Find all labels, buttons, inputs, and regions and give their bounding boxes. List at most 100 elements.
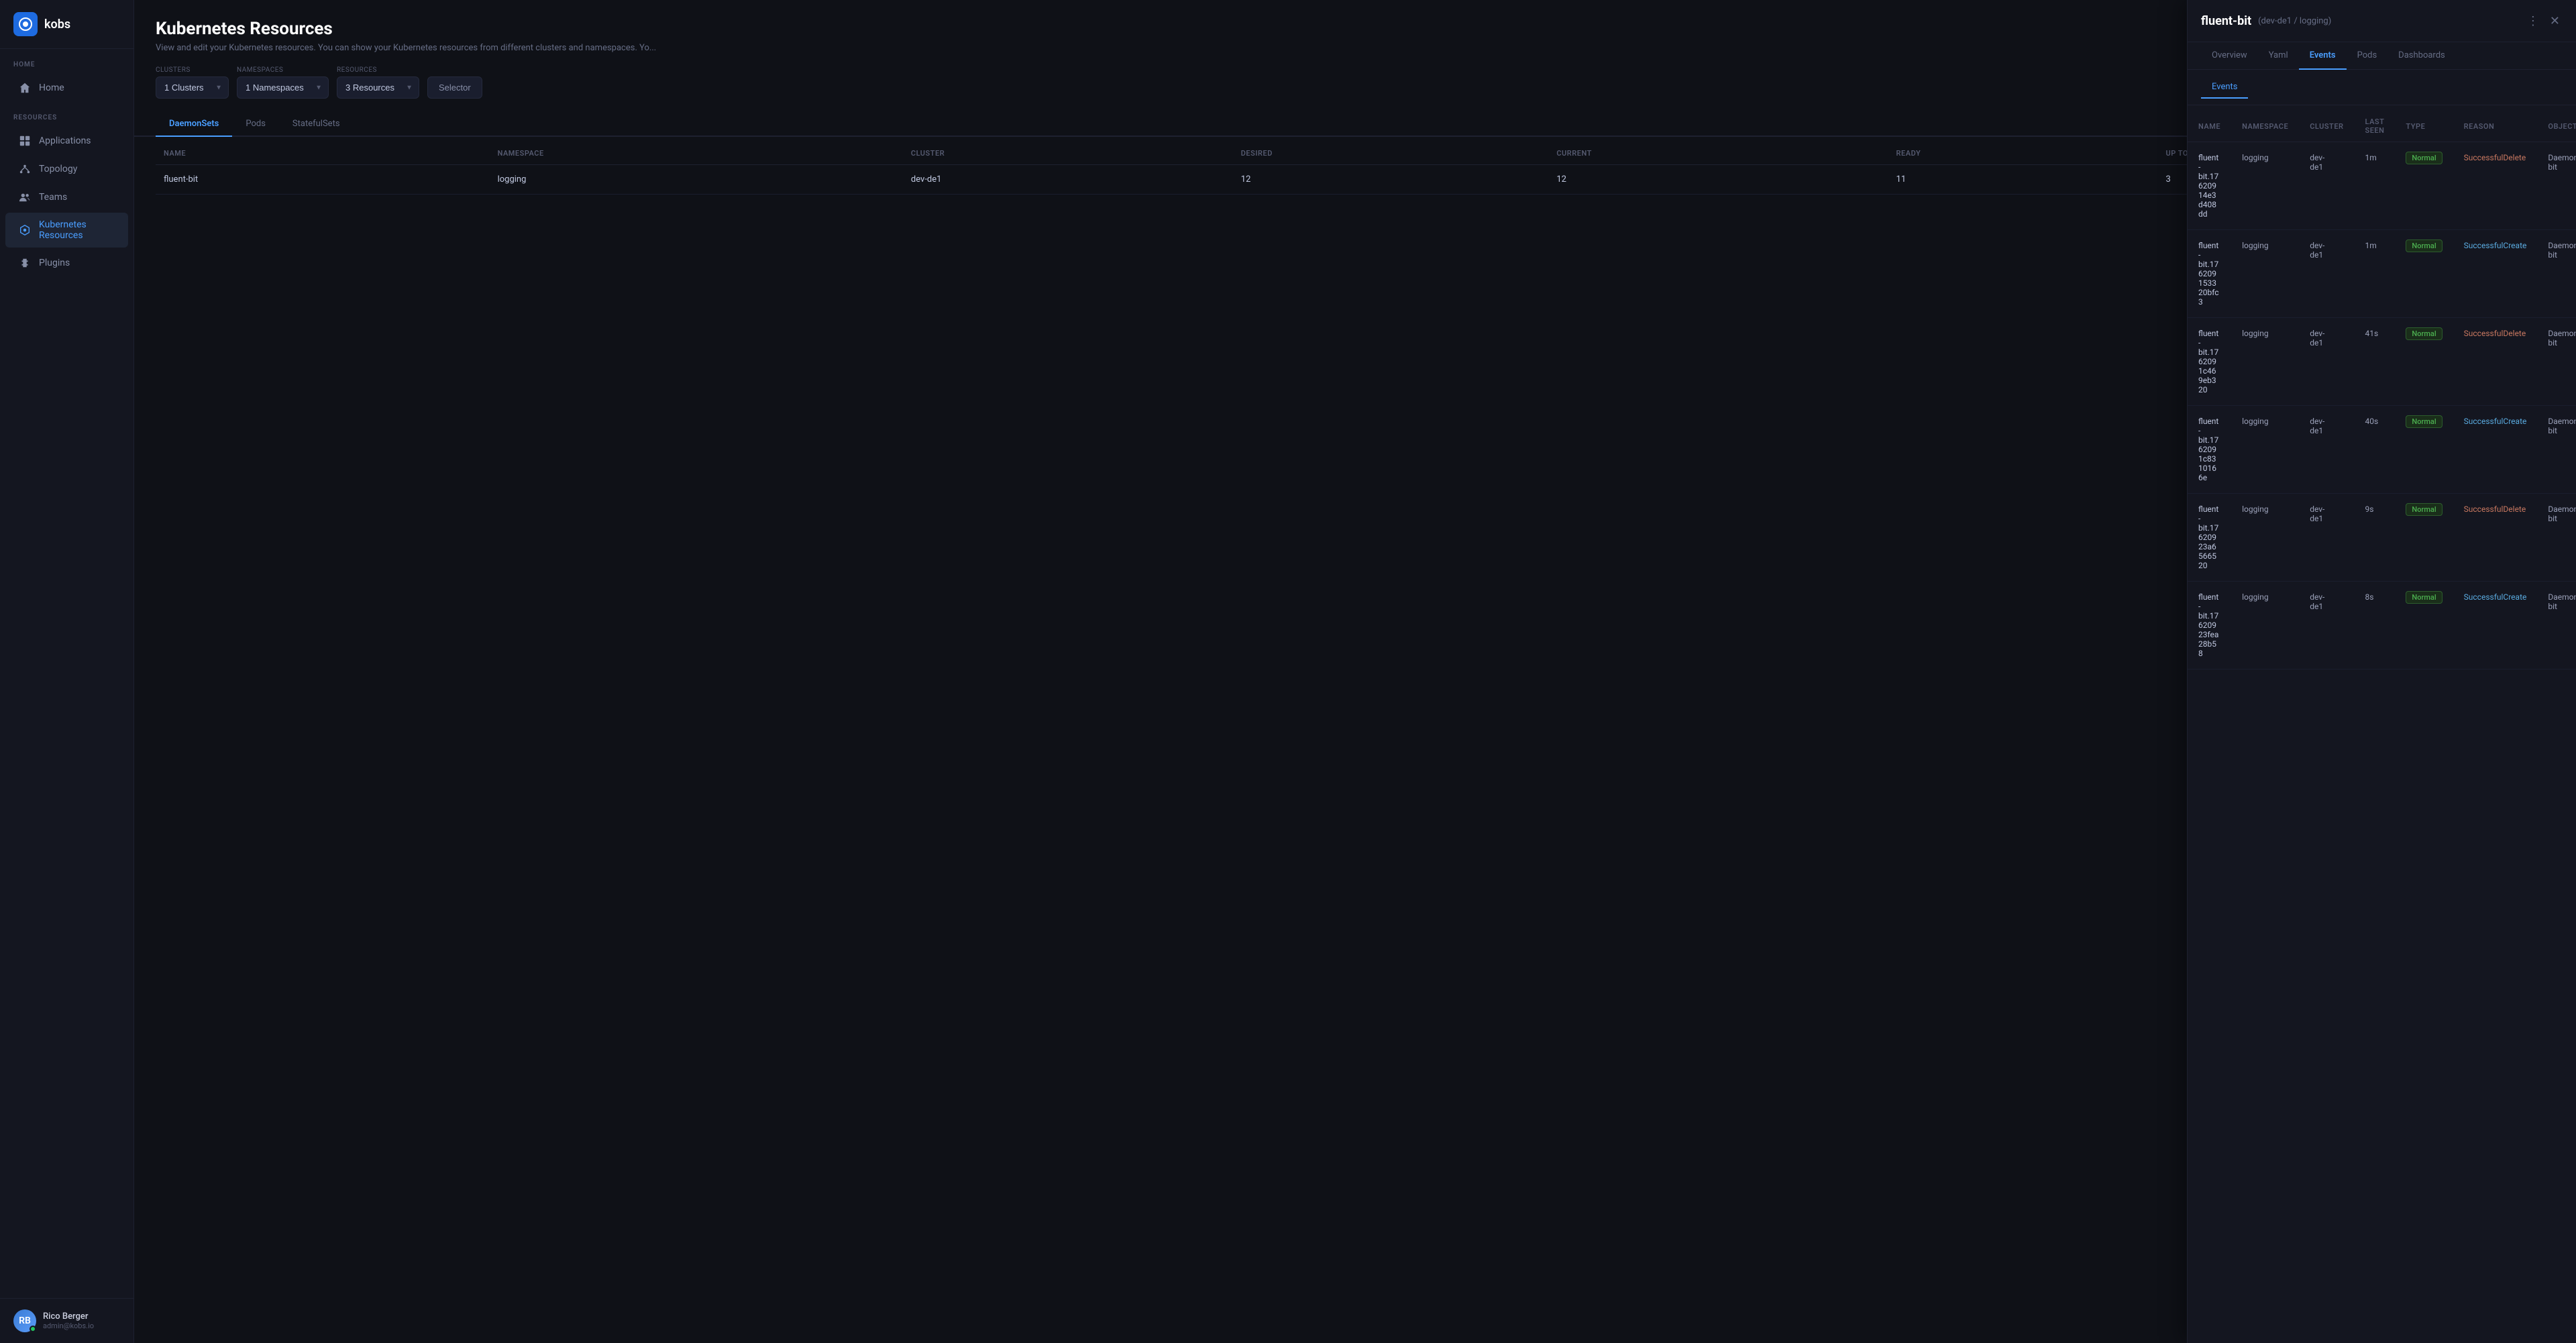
- event-name-3: fluent-bit.1762091c469eb320: [2188, 318, 2231, 406]
- sidebar: kobs HOME Home RESOURCES Applications To…: [0, 0, 134, 1343]
- events-table-body: fluent-bit.17620914e3d408dd logging dev-…: [2188, 142, 2576, 669]
- event-row-2: fluent-bit.176209153320bfc3 logging dev-…: [2188, 230, 2576, 318]
- panel-close-button[interactable]: ✕: [2547, 12, 2563, 30]
- panel-tab-overview[interactable]: Overview: [2201, 42, 2258, 70]
- event-type-1: Normal: [2395, 142, 2453, 230]
- row-cluster: dev-de1: [903, 165, 1233, 195]
- sidebar-item-teams[interactable]: Teams: [5, 184, 128, 210]
- app-logo-icon: [13, 12, 38, 36]
- event-type-4: Normal: [2395, 406, 2453, 494]
- panel-tab-dashboards[interactable]: Dashboards: [2387, 42, 2456, 70]
- home-icon: [19, 82, 31, 94]
- event-cluster-1: dev-de1: [2299, 142, 2354, 230]
- user-name: Rico Berger: [43, 1311, 94, 1322]
- namespaces-select[interactable]: 1 Namespaces: [237, 76, 329, 99]
- sidebar-item-home[interactable]: Home: [5, 75, 128, 101]
- panel-tab-yaml[interactable]: Yaml: [2258, 42, 2299, 70]
- event-row-6: fluent-bit.17620923fea28b58 logging dev-…: [2188, 582, 2576, 669]
- event-lastseen-5: 9s: [2355, 494, 2396, 582]
- event-lastseen-2: 1m: [2355, 230, 2396, 318]
- tab-daemonsets[interactable]: DaemonSets: [156, 112, 232, 137]
- event-ns-1: logging: [2231, 142, 2299, 230]
- events-col-name: Name: [2188, 111, 2231, 142]
- sidebar-bottom: RB Rico Berger admin@kobs.io: [0, 1298, 133, 1343]
- resources-filter-wrapper: Resources 3 Resources ▼: [337, 66, 419, 99]
- sidebar-logo: kobs: [0, 0, 133, 49]
- event-row-4: fluent-bit.1762091c8310166e logging dev-…: [2188, 406, 2576, 494]
- panel-subtitle: (dev-de1 / logging): [2258, 16, 2331, 26]
- sidebar-item-applications[interactable]: Applications: [5, 128, 128, 154]
- event-type-6: Normal: [2395, 582, 2453, 669]
- panel-title: fluent-bit: [2201, 14, 2251, 28]
- events-table-header: Name Namespace Cluster Last Seen Type Re…: [2188, 111, 2576, 142]
- user-online-dot: [30, 1326, 36, 1332]
- tab-statefulsets[interactable]: StatefulSets: [279, 112, 354, 137]
- plugins-icon: [19, 257, 31, 269]
- resources-select[interactable]: 3 Resources: [337, 76, 419, 99]
- sidebar-item-kubernetes[interactable]: Kubernetes Resources: [5, 213, 128, 248]
- sidebar-item-plugins[interactable]: Plugins: [5, 250, 128, 276]
- resources-select-container[interactable]: 3 Resources ▼: [337, 76, 419, 99]
- teams-icon: [19, 191, 31, 203]
- panel-subtab-events[interactable]: Events: [2201, 76, 2248, 99]
- sidebar-topology-label: Topology: [39, 164, 77, 174]
- home-section-label: HOME: [0, 49, 133, 74]
- panel-actions: ⋮ ✕: [2524, 12, 2563, 30]
- event-row-1: fluent-bit.17620914e3d408dd logging dev-…: [2188, 142, 2576, 230]
- events-col-last-seen: Last Seen: [2355, 111, 2396, 142]
- event-object-1: DaemonSet bit: [2537, 142, 2576, 230]
- row-name: fluent-bit: [156, 165, 490, 195]
- topology-icon: [19, 163, 31, 175]
- event-lastseen-1: 1m: [2355, 142, 2396, 230]
- panel-body: Name Namespace Cluster Last Seen Type Re…: [2188, 105, 2576, 1343]
- event-lastseen-4: 40s: [2355, 406, 2396, 494]
- sidebar-plugins-label: Plugins: [39, 258, 70, 268]
- event-lastseen-6: 8s: [2355, 582, 2396, 669]
- event-object-2: DaemonSet bit: [2537, 230, 2576, 318]
- event-reason-3: SuccessfulDelete: [2453, 318, 2538, 406]
- event-object-6: DaemonSet bit: [2537, 582, 2576, 669]
- event-ns-3: logging: [2231, 318, 2299, 406]
- user-email: admin@kobs.io: [43, 1322, 94, 1330]
- namespaces-filter-label: Namespaces: [237, 66, 329, 74]
- event-reason-4: SuccessfulCreate: [2453, 406, 2538, 494]
- event-reason-1: SuccessfulDelete: [2453, 142, 2538, 230]
- detail-panel: fluent-bit (dev-de1 / logging) ⋮ ✕ Overv…: [2187, 0, 2576, 1343]
- event-name-2: fluent-bit.176209153320bfc3: [2188, 230, 2231, 318]
- panel-tab-pods[interactable]: Pods: [2347, 42, 2388, 70]
- event-type-5: Normal: [2395, 494, 2453, 582]
- clusters-select[interactable]: 1 Clusters: [156, 76, 229, 99]
- event-reason-6: SuccessfulCreate: [2453, 582, 2538, 669]
- events-col-namespace: Namespace: [2231, 111, 2299, 142]
- panel-more-button[interactable]: ⋮: [2524, 12, 2542, 30]
- event-object-4: DaemonSet bit: [2537, 406, 2576, 494]
- event-row-3: fluent-bit.1762091c469eb320 logging dev-…: [2188, 318, 2576, 406]
- clusters-filter-label: Clusters: [156, 66, 229, 74]
- event-row-5: fluent-bit.17620923a6566520 logging dev-…: [2188, 494, 2576, 582]
- event-name-4: fluent-bit.1762091c8310166e: [2188, 406, 2231, 494]
- col-namespace: Namespace: [490, 142, 903, 165]
- applications-icon: [19, 135, 31, 147]
- panel-tab-events[interactable]: Events: [2299, 42, 2347, 70]
- namespaces-select-container[interactable]: 1 Namespaces ▼: [237, 76, 329, 99]
- resources-filter-label: Resources: [337, 66, 419, 74]
- event-cluster-2: dev-de1: [2299, 230, 2354, 318]
- event-ns-6: logging: [2231, 582, 2299, 669]
- row-current: 12: [1548, 165, 1888, 195]
- event-name-5: fluent-bit.17620923a6566520: [2188, 494, 2231, 582]
- clusters-filter-wrapper: Clusters 1 Clusters ▼: [156, 66, 229, 99]
- panel-tabs: Overview Yaml Events Pods Dashboards: [2188, 42, 2576, 70]
- event-lastseen-3: 41s: [2355, 318, 2396, 406]
- event-name-6: fluent-bit.17620923fea28b58: [2188, 582, 2231, 669]
- user-info: RB Rico Berger admin@kobs.io: [13, 1309, 120, 1332]
- tab-pods[interactable]: Pods: [232, 112, 279, 137]
- event-type-3: Normal: [2395, 318, 2453, 406]
- app-logo-text: kobs: [44, 17, 70, 32]
- panel-header: fluent-bit (dev-de1 / logging) ⋮ ✕: [2188, 0, 2576, 42]
- selector-button[interactable]: Selector: [427, 76, 482, 99]
- event-ns-5: logging: [2231, 494, 2299, 582]
- event-type-2: Normal: [2395, 230, 2453, 318]
- clusters-select-container[interactable]: 1 Clusters ▼: [156, 76, 229, 99]
- event-ns-2: logging: [2231, 230, 2299, 318]
- sidebar-item-topology[interactable]: Topology: [5, 156, 128, 182]
